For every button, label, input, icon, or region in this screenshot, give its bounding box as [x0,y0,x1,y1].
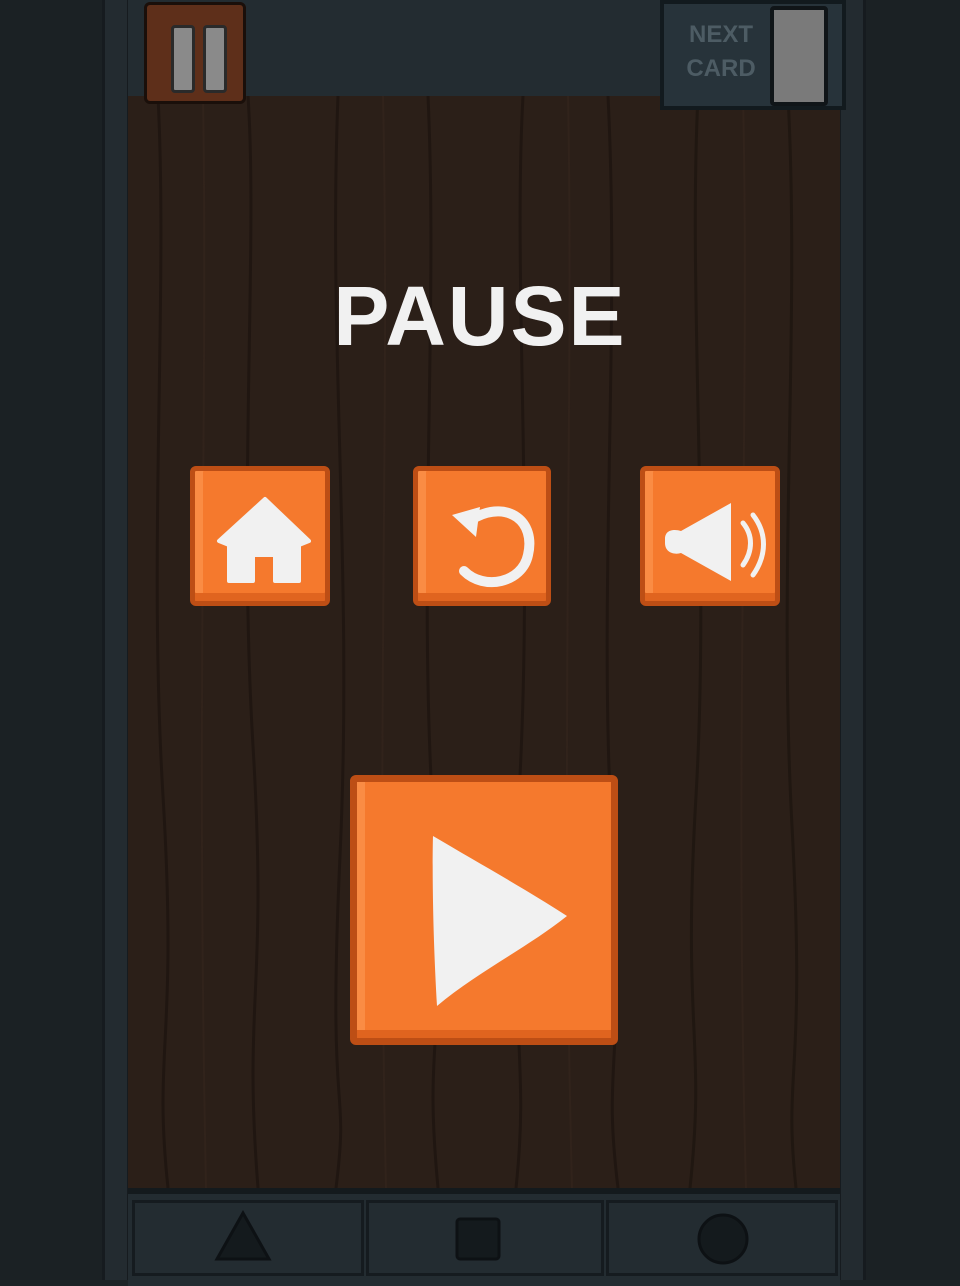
square-icon [455,1217,501,1261]
nav-recents-button[interactable] [606,1200,838,1276]
next-card-slot [770,6,828,106]
left-rail [102,0,130,1280]
pause-button[interactable] [144,2,246,104]
nav-home-button[interactable] [366,1200,604,1276]
play-icon [432,836,567,1006]
circle-icon [697,1213,749,1265]
home-icon [217,497,311,583]
sound-button[interactable] [640,466,780,606]
speaker-icon [665,503,766,581]
nav-back-button[interactable] [132,1200,364,1276]
right-rail [838,0,866,1280]
restart-button[interactable] [413,466,551,606]
next-card-label: NEXT CARD [686,21,756,82]
resume-button[interactable] [350,775,618,1045]
home-button[interactable] [190,466,330,606]
restart-icon [452,506,535,588]
next-card-panel: NEXT CARD [660,0,846,110]
triangle-icon [214,1209,272,1261]
pause-title: PAUSE [333,269,627,363]
